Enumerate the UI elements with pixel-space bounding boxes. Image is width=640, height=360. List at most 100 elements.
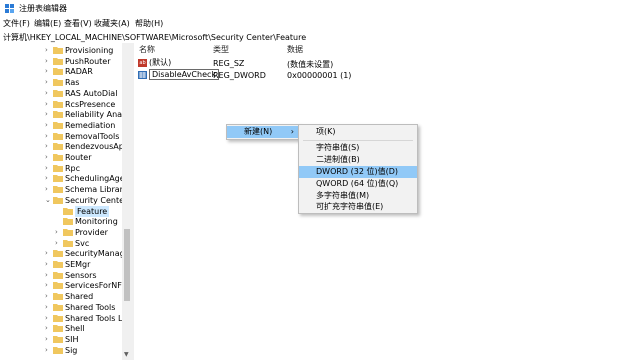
tree-item[interactable]: › Sig	[0, 345, 122, 356]
tree-item[interactable]: › PushRouter	[0, 56, 122, 67]
folder-icon	[53, 325, 63, 333]
tree-item[interactable]: › Shell	[0, 323, 122, 334]
tree-item[interactable]: › SEMgr	[0, 259, 122, 270]
chevron-right-icon[interactable]: ›	[45, 89, 51, 96]
menu-favorites[interactable]: 收藏夹(A)	[94, 18, 130, 29]
tree-item[interactable]: Monitoring	[0, 216, 122, 227]
folder-icon	[53, 314, 63, 322]
tree-item[interactable]: › Rpc	[0, 163, 122, 174]
chevron-right-icon[interactable]: ›	[45, 132, 51, 139]
chevron-right-icon[interactable]: ›	[45, 335, 51, 342]
chevron-right-icon[interactable]: ›	[45, 186, 51, 193]
tree-item[interactable]: › SchedulingAger	[0, 173, 122, 184]
chevron-right-icon[interactable]: ›	[55, 239, 61, 246]
folder-icon	[53, 335, 63, 343]
tree-item[interactable]: › Shared	[0, 291, 122, 302]
new-submenu: 项(K) 字符串值(S) 二进制值(B) DWORD (32 位)值(D) QW…	[298, 124, 418, 214]
tree-item[interactable]: › ServicesForNFS	[0, 280, 122, 291]
chevron-right-icon[interactable]: ›	[45, 100, 51, 107]
menu-file[interactable]: 文件(F)	[3, 18, 30, 29]
tree-item[interactable]: › Ras	[0, 77, 122, 88]
chevron-right-icon[interactable]: ›	[45, 121, 51, 128]
tree-item[interactable]: › Shared Tools Lo	[0, 313, 122, 324]
chevron-right-icon[interactable]: ›	[45, 111, 51, 118]
tree-item[interactable]: › Reliability Analy	[0, 109, 122, 120]
tree-item[interactable]: › RemovalTools	[0, 131, 122, 142]
value-row[interactable]: DisableAvCheck REG_DWORD 0x00000001 (1)	[134, 69, 640, 81]
chevron-right-icon[interactable]: ›	[45, 57, 51, 64]
folder-icon	[53, 303, 63, 311]
folder-icon	[53, 79, 63, 87]
chevron-right-icon[interactable]: ›	[45, 143, 51, 150]
chevron-right-icon[interactable]: ›	[45, 282, 51, 289]
tree-item[interactable]: Feature	[0, 205, 122, 217]
tree-item[interactable]: › RendezvousApp	[0, 141, 122, 152]
chevron-right-icon[interactable]: ›	[45, 303, 51, 310]
chevron-right-icon[interactable]: ›	[45, 346, 51, 353]
column-name[interactable]: 名称	[139, 44, 155, 55]
tree-item[interactable]: › RcsPresence	[0, 99, 122, 110]
tree-item-label: ServicesForNFS	[65, 281, 122, 291]
chevron-right-icon[interactable]: ›	[45, 271, 51, 278]
tree-scrollbar[interactable]: ▼	[122, 43, 132, 360]
tree-item-label: Reliability Analy	[65, 110, 122, 120]
submenu-item-label: QWORD (64 位)值(Q)	[316, 179, 399, 188]
tree-item[interactable]: ⌄ Security Center	[0, 195, 122, 206]
chevron-right-icon[interactable]: ›	[45, 314, 51, 321]
submenu-item-key[interactable]: 项(K)	[299, 126, 417, 138]
tree-item-label: Ras	[65, 78, 80, 88]
value-name-rename-box[interactable]: DisableAvCheck	[149, 69, 220, 80]
value-row[interactable]: ab (默认) REG_SZ (数值未设置)	[134, 57, 640, 69]
column-data[interactable]: 数据	[287, 44, 303, 55]
chevron-right-icon[interactable]: ›	[45, 261, 51, 268]
submenu-item-expandstring[interactable]: 可扩充字符串值(E)	[299, 201, 417, 213]
chevron-right-icon[interactable]: ›	[45, 68, 51, 75]
chevron-right-icon[interactable]: ›	[45, 79, 51, 86]
submenu-item-label: 二进制值(B)	[316, 155, 360, 164]
tree-item[interactable]: › SecurityManage	[0, 248, 122, 259]
menu-edit[interactable]: 编辑(E)	[34, 18, 61, 29]
submenu-item-string[interactable]: 字符串值(S)	[299, 142, 417, 154]
tree-item-label: SchedulingAger	[65, 174, 122, 184]
chevron-right-icon[interactable]: ›	[45, 293, 51, 300]
tree-item[interactable]: › SIH	[0, 334, 122, 345]
chevron-down-icon[interactable]: ⌄	[45, 196, 51, 203]
chevron-right-icon[interactable]: ›	[45, 175, 51, 182]
tree-item[interactable]: › RADAR	[0, 66, 122, 77]
menu-help[interactable]: 帮助(H)	[135, 18, 163, 29]
scrollbar-thumb[interactable]	[124, 229, 130, 301]
folder-icon	[53, 121, 63, 129]
chevron-right-icon[interactable]: ›	[45, 47, 51, 54]
tree-item[interactable]: › Svc	[0, 238, 122, 249]
address-bar[interactable]: 计算机\HKEY_LOCAL_MACHINE\SOFTWARE\Microsof…	[0, 31, 640, 43]
tree-item[interactable]: › Router	[0, 152, 122, 163]
chevron-right-icon[interactable]: ›	[45, 164, 51, 171]
tree-item-label: RADAR	[65, 67, 93, 77]
column-type[interactable]: 类型	[213, 44, 229, 55]
tree-item[interactable]: › Shared Tools	[0, 302, 122, 313]
submenu-item-dword[interactable]: DWORD (32 位)值(D)	[299, 166, 417, 178]
menu-separator	[303, 140, 413, 141]
tree-item[interactable]: › Schema Library	[0, 184, 122, 195]
tree-item[interactable]: › Provisioning	[0, 45, 122, 56]
menu-view[interactable]: 查看(V)	[64, 18, 92, 29]
tree-item[interactable]: › Remediation	[0, 120, 122, 131]
scroll-down-icon[interactable]: ▼	[124, 351, 129, 358]
chevron-right-icon[interactable]: ›	[45, 325, 51, 332]
menu-item-new[interactable]: 新建(N) ›	[227, 126, 299, 138]
tree-item[interactable]: › Provider	[0, 227, 122, 238]
tree-pane[interactable]: › Provisioning › PushRouter › RADAR › Ras › RAS A…	[0, 43, 122, 360]
tree-item-label: SEMgr	[65, 260, 91, 269]
chevron-right-icon[interactable]: ›	[45, 154, 51, 161]
folder-icon	[53, 47, 63, 54]
chevron-right-icon[interactable]: ›	[45, 250, 51, 257]
folder-icon	[53, 261, 63, 268]
folder-icon	[53, 250, 63, 258]
tree-item[interactable]: › Sensors	[0, 270, 122, 281]
rename-input[interactable]: DisableAvCheck	[149, 69, 220, 80]
tree-item[interactable]: › RAS AutoDial	[0, 88, 122, 99]
submenu-item-binary[interactable]: 二进制值(B)	[299, 154, 417, 166]
chevron-right-icon[interactable]: ›	[55, 228, 61, 235]
tree-item-label: Shared Tools	[65, 302, 116, 312]
submenu-item-qword[interactable]: QWORD (64 位)值(Q)	[299, 178, 417, 190]
